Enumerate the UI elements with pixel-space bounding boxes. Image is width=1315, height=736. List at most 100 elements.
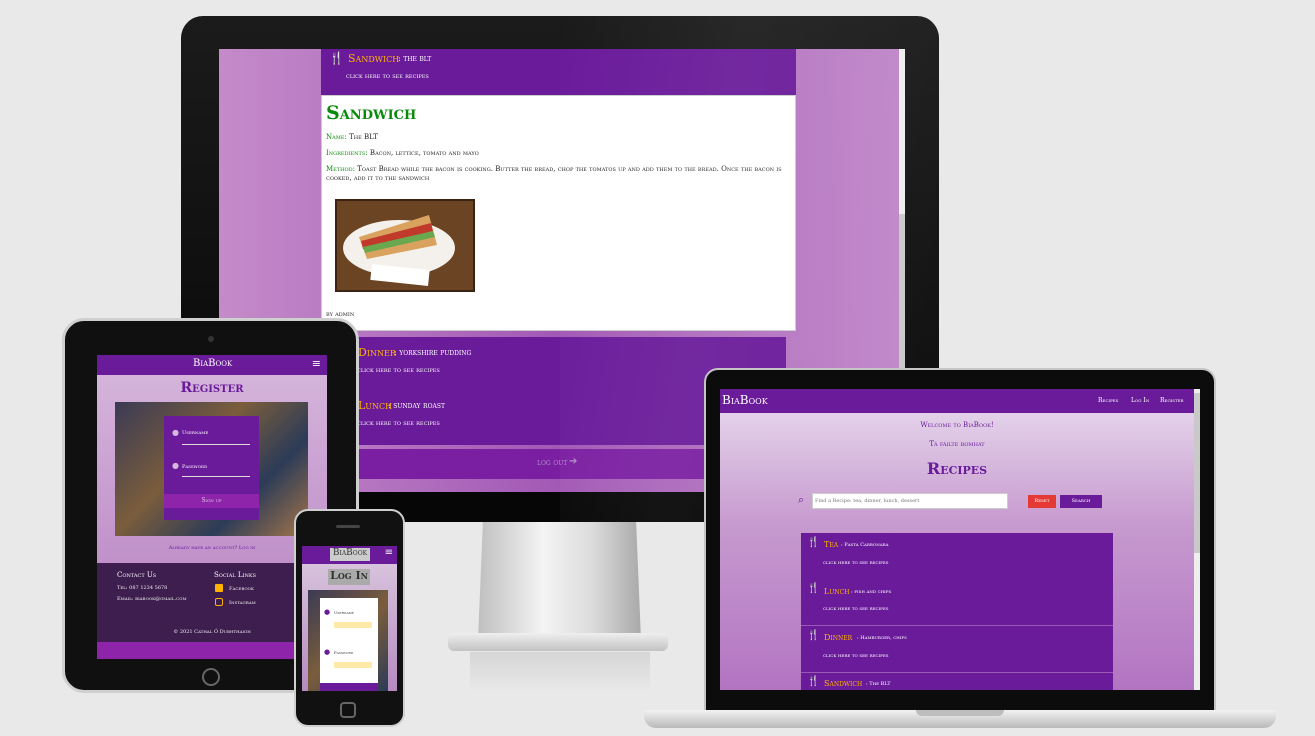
meal-label: Dinner bbox=[824, 633, 853, 642]
search-button-label: Search bbox=[1071, 498, 1091, 504]
logout-link[interactable]: log out bbox=[537, 458, 567, 467]
ingredients-value: Bacon, lettice, tomato and mayo bbox=[369, 149, 479, 157]
monitor-stand-foot bbox=[448, 633, 668, 651]
welcome-text: Welcome to BiaBook! bbox=[920, 421, 994, 429]
username-field[interactable] bbox=[334, 622, 372, 628]
signup-button-label: Sign up bbox=[201, 497, 222, 504]
ingredients-label: Ingredients: bbox=[326, 149, 368, 157]
reset-button-label: Reset bbox=[1034, 498, 1050, 504]
nav-recipes[interactable]: Recipes bbox=[1098, 397, 1118, 404]
name-label: Name: bbox=[326, 133, 347, 141]
password-label: Password bbox=[182, 464, 208, 470]
dish-label: : the blt bbox=[398, 54, 432, 63]
meal-label: Tea bbox=[824, 540, 839, 549]
fork-knife-icon: 🍴 bbox=[807, 630, 820, 641]
tablet-camera bbox=[208, 336, 214, 342]
instagram-link[interactable]: Instagram bbox=[229, 600, 256, 606]
page-title: Recipes bbox=[926, 459, 988, 478]
fork-knife-icon: 🍴 bbox=[807, 537, 820, 548]
dish-label: : Hamburger, chips bbox=[857, 635, 907, 641]
lock-icon: ● bbox=[172, 461, 179, 470]
dish-label: : sunday roast bbox=[388, 401, 445, 410]
method-label: Method: bbox=[326, 165, 355, 173]
login-form: ● Username ● Password bbox=[320, 598, 378, 686]
meal-label: Lunch bbox=[824, 587, 850, 596]
social-title: Social Links bbox=[214, 571, 257, 579]
desktop-recipe-row-sandwich[interactable]: 🍴 Sandwich : the blt click here to see r… bbox=[321, 49, 796, 95]
byline: by admin bbox=[326, 310, 355, 318]
meal-label: Sandwich bbox=[348, 52, 400, 65]
brand-logo[interactable]: BiaBook bbox=[330, 548, 370, 561]
see-recipes-link[interactable]: click here to see recipes bbox=[823, 653, 889, 659]
welcome-irish: Tá fáilte romhat bbox=[929, 440, 985, 448]
contact-email: Email: biabook@gmail.com bbox=[117, 596, 187, 602]
brand-logo[interactable]: BiaBook bbox=[193, 358, 232, 369]
laptop-navbar: BiaBook Recipes Log In Register bbox=[720, 389, 1200, 413]
copyright: © 2021 Cathal Ó Dubhthaigh bbox=[173, 629, 251, 635]
fork-knife-icon: 🍴 bbox=[807, 583, 820, 594]
user-icon: ● bbox=[324, 608, 331, 616]
username-label: Username bbox=[334, 610, 354, 615]
phone-speaker bbox=[336, 525, 360, 528]
reset-button[interactable]: Reset bbox=[1028, 495, 1056, 508]
password-field[interactable] bbox=[182, 476, 250, 477]
fork-knife-icon: 🍴 bbox=[329, 51, 344, 65]
dish-label: : The BLT bbox=[866, 681, 891, 687]
method-value: Toast Bread while the bacon is cooking. … bbox=[326, 165, 782, 182]
tablet-footer: Contact Us Tel: 087 1234 5678 Email: bia… bbox=[97, 563, 327, 659]
see-recipes-link[interactable]: click here to see recipes bbox=[823, 606, 889, 612]
logout-icon: ➔ bbox=[569, 456, 578, 467]
laptop-screen: BiaBook Recipes Log In Register Welcome … bbox=[720, 389, 1200, 690]
username-field[interactable] bbox=[182, 444, 250, 445]
lock-icon: ● bbox=[324, 648, 331, 656]
login-note[interactable]: Already have an account? Log in bbox=[97, 545, 327, 551]
register-form: ● Username ● Password Sign up bbox=[164, 416, 259, 520]
username-label: Username bbox=[182, 430, 209, 436]
hamburger-menu-icon[interactable]: ≡ bbox=[385, 547, 393, 558]
footer-bar bbox=[97, 642, 327, 659]
recipe-card: Sandwich Name: The BLT Ingredients: Baco… bbox=[321, 95, 796, 331]
row-divider bbox=[801, 625, 1113, 626]
tablet-navbar: BiaBook ≡ bbox=[97, 355, 327, 375]
contact-phone: Tel: 087 1234 5678 bbox=[117, 585, 168, 591]
search-icon: ⌕ bbox=[798, 493, 805, 506]
dish-label: : fish and chips bbox=[851, 589, 892, 595]
phone-navbar: BiaBook ≡ bbox=[302, 546, 397, 564]
contact-title: Contact Us bbox=[117, 571, 157, 579]
phone-screen: BiaBook ≡ Log In ● Username ● Password bbox=[302, 546, 397, 691]
page-title: Log In bbox=[328, 569, 370, 585]
monitor-reflection bbox=[470, 652, 650, 692]
meal-label: Dinner bbox=[358, 346, 396, 359]
sandwich-image bbox=[335, 199, 475, 292]
see-recipes-link[interactable]: click here to see recipes bbox=[823, 560, 889, 566]
see-recipes-link[interactable]: click here to see recipes bbox=[346, 72, 429, 80]
brand-logo[interactable]: BiaBook bbox=[722, 393, 768, 407]
search-input[interactable] bbox=[812, 493, 1008, 509]
nav-login[interactable]: Log In bbox=[1131, 397, 1149, 404]
fork-knife-icon: 🍴 bbox=[807, 676, 820, 687]
meal-label: Sandwich bbox=[824, 679, 863, 688]
signup-button[interactable]: Sign up bbox=[164, 494, 259, 508]
password-field[interactable] bbox=[334, 662, 372, 668]
see-recipes-link[interactable]: click here to see recipes bbox=[357, 419, 440, 427]
hamburger-menu-icon[interactable]: ≡ bbox=[312, 357, 321, 370]
tablet-home-button bbox=[202, 668, 220, 686]
row-divider bbox=[801, 672, 1113, 673]
recipe-title: Sandwich bbox=[326, 102, 417, 124]
password-label: Password bbox=[334, 650, 354, 655]
nav-register[interactable]: Register bbox=[1160, 397, 1184, 404]
login-button[interactable] bbox=[320, 683, 378, 691]
facebook-link[interactable]: Facebook bbox=[229, 586, 254, 592]
see-recipes-link[interactable]: click here to see recipes bbox=[357, 366, 440, 374]
facebook-icon[interactable] bbox=[215, 584, 223, 592]
monitor-stand-neck bbox=[478, 522, 641, 640]
laptop-notch bbox=[916, 710, 1004, 716]
search-button[interactable]: Search bbox=[1060, 495, 1102, 508]
dish-label: : Pasta Carbonara bbox=[841, 542, 889, 548]
name-value: The BLT bbox=[349, 133, 378, 141]
laptop-recipe-list: 🍴 Tea : Pasta Carbonara click here to se… bbox=[801, 533, 1113, 690]
scrollbar-thumb[interactable] bbox=[1194, 393, 1200, 553]
tablet-screen: BiaBook ≡ Register ● Username ● Password… bbox=[97, 355, 327, 659]
instagram-icon[interactable] bbox=[215, 598, 223, 606]
dish-label: : yorkshire pudding bbox=[394, 348, 472, 357]
